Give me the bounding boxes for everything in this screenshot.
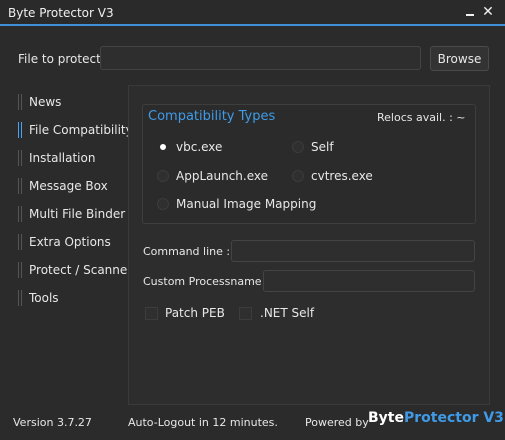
auto-logout-label: Auto-Logout in 12 minutes. (128, 416, 278, 429)
sidebar-item-message-box[interactable]: Message Box (12, 173, 132, 199)
sidebar-item-label: Protect / Scanner (29, 263, 133, 277)
close-button[interactable]: ✕ (480, 4, 496, 20)
compatibility-title: Compatibility Types (148, 109, 276, 124)
window-title: Byte Protector V3 (8, 6, 114, 20)
custom-processname-label: Custom Processname : (143, 275, 269, 288)
radio-cvtres-exe-label: cvtres.exe (311, 169, 373, 183)
sidebar-marker (18, 234, 22, 250)
sidebar-marker (18, 94, 22, 110)
title-accent-line (0, 24, 505, 26)
sidebar-item-label: Installation (29, 151, 96, 165)
sidebar-item-label: Message Box (29, 179, 108, 193)
brand-part-byte: Byte (368, 410, 404, 426)
net-self-checkbox[interactable] (239, 307, 252, 320)
sidebar-item-label: News (29, 95, 62, 109)
command-line-input[interactable] (231, 240, 475, 262)
radio-cvtres-exe[interactable] (292, 170, 304, 182)
radio-vbc-exe[interactable] (157, 141, 169, 153)
file-path-input[interactable] (100, 46, 421, 70)
sidebar-item-label: File Compatibility (29, 123, 133, 137)
browse-button[interactable]: Browse (430, 46, 489, 71)
version-label: Version 3.7.27 (13, 416, 92, 429)
net-self-label: .NET Self (260, 306, 315, 320)
sidebar-item-multi-file-binder[interactable]: Multi File Binder (12, 201, 132, 227)
sidebar-item-extra-options[interactable]: Extra Options (12, 229, 132, 255)
sidebar-item-news[interactable]: News (12, 89, 132, 115)
sidebar-item-label: Tools (29, 291, 59, 305)
file-to-protect-label: File to protect: (18, 52, 105, 66)
app-window: Byte Protector V3 ✕ File to protect: Bro… (0, 0, 505, 440)
sidebar-marker (18, 178, 22, 194)
radio-self-label: Self (311, 140, 334, 154)
sidebar-item-tools[interactable]: Tools (12, 285, 132, 311)
sidebar-item-protect-scanner[interactable]: Protect / Scanner (12, 257, 132, 283)
patch-peb-checkbox[interactable] (145, 307, 158, 320)
sidebar-marker (18, 290, 22, 306)
radio-self[interactable] (292, 141, 304, 153)
sidebar-item-label: Extra Options (29, 235, 111, 249)
radio-vbc-exe-label: vbc.exe (176, 140, 223, 154)
minimize-button[interactable] (462, 4, 478, 20)
powered-by-label: Powered by (305, 416, 369, 429)
brand-part-protector: Protector V3 (403, 410, 504, 426)
sidebar-marker (18, 122, 22, 138)
custom-processname-input[interactable] (263, 270, 475, 292)
relocs-available-label: Relocs avail. : ~ (377, 111, 466, 124)
patch-peb-label: Patch PEB (165, 306, 225, 320)
title-bar[interactable]: Byte Protector V3 ✕ (0, 0, 505, 26)
sidebar-item-installation[interactable]: Installation (12, 145, 132, 171)
sidebar-item-label: Multi File Binder (29, 207, 126, 221)
sidebar-item-file-compatibility[interactable]: File Compatibility (12, 117, 133, 143)
radio-manual-image-mapping-label: Manual Image Mapping (176, 197, 317, 211)
sidebar-nav: News File Compatibility Installation Mes… (12, 87, 133, 405)
sidebar-marker (18, 150, 22, 166)
brand-logo: ByteProtector V3 (368, 410, 504, 426)
radio-applaunch-exe-label: AppLaunch.exe (176, 169, 268, 183)
command-line-label: Command line : (143, 245, 231, 258)
radio-manual-image-mapping[interactable] (157, 198, 169, 210)
sidebar-marker (18, 262, 22, 278)
radio-applaunch-exe[interactable] (157, 170, 169, 182)
sidebar-marker (18, 206, 22, 222)
